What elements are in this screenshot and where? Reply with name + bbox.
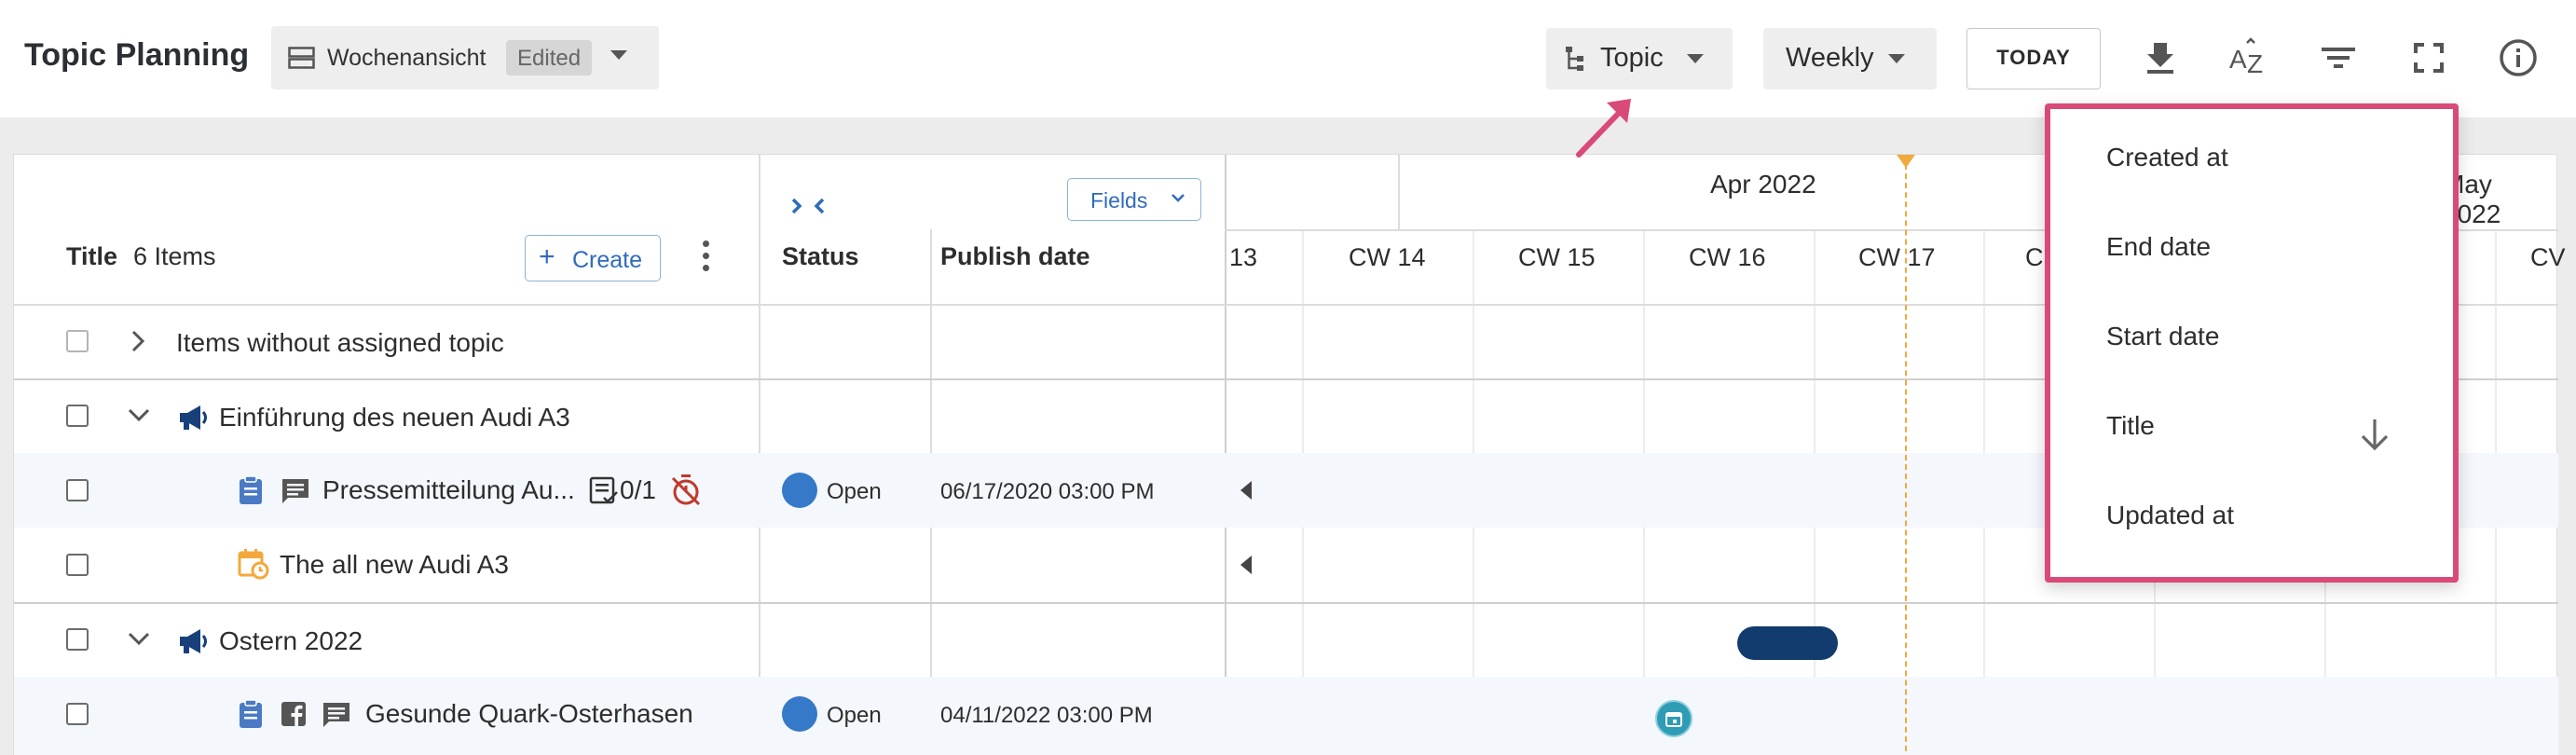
chevron-right-icon[interactable]	[130, 328, 146, 354]
status-dot	[782, 473, 817, 508]
fullscreen-icon[interactable]	[2408, 37, 2449, 78]
collapse-columns-icon[interactable]	[791, 194, 825, 218]
more-options-icon[interactable]	[700, 240, 711, 278]
row-label: Gesunde Quark-Osterhasen	[365, 699, 693, 728]
view-name: Wochenansicht	[327, 45, 486, 71]
comment-icon	[282, 479, 308, 503]
week-label: CW 15	[1518, 243, 1596, 271]
clipboard-icon	[240, 475, 262, 504]
sort-option-end-date[interactable]: End date	[2106, 232, 2211, 262]
status-badge: Open	[827, 703, 882, 728]
item-count: 6 Items	[133, 242, 216, 270]
today-marker	[1897, 155, 1915, 168]
status-badge: Open	[827, 479, 882, 504]
edited-badge: Edited	[506, 40, 593, 76]
clipboard-icon	[240, 699, 262, 728]
chevron-down-icon	[1172, 194, 1185, 202]
megaphone-icon	[180, 405, 207, 430]
row-label: Pressemitteilung Au...	[322, 475, 575, 504]
table-row[interactable]: Ostern 2022	[14, 604, 2558, 677]
chevron-down-icon	[610, 50, 627, 60]
facebook-icon	[281, 702, 306, 726]
today-line	[1905, 155, 1907, 755]
row-checkbox[interactable]	[66, 405, 89, 427]
sort-az-icon[interactable]: A Z	[2228, 37, 2269, 78]
view-list-icon	[288, 47, 315, 69]
status-dot	[782, 696, 817, 732]
task-count: 0/1	[620, 475, 656, 504]
sort-option-updated-at[interactable]: Updated at	[2106, 501, 2234, 530]
month-label: Apr 2022	[1710, 170, 1816, 199]
publish-date: 04/11/2022 03:00 PM	[940, 703, 1153, 728]
comment-icon	[323, 703, 349, 727]
scroll-left-icon[interactable]	[1240, 556, 1252, 574]
row-checkbox[interactable]	[66, 330, 89, 352]
sort-option-created-at[interactable]: Created at	[2106, 143, 2228, 172]
interval-label: Weekly	[1786, 43, 1874, 73]
row-checkbox[interactable]	[66, 479, 89, 501]
week-label: CW 17	[1858, 243, 1936, 271]
scroll-left-icon[interactable]	[1240, 481, 1252, 500]
week-label: CW 14	[1349, 243, 1426, 271]
calendar-icon	[1665, 712, 1682, 727]
fields-button[interactable]: Fields	[1067, 178, 1201, 221]
chevron-down-icon	[1687, 54, 1704, 63]
create-button[interactable]: + Create	[525, 235, 661, 281]
annotation-arrow	[1576, 99, 1631, 158]
task-list-icon	[589, 476, 618, 504]
row-label: The all new Audi A3	[280, 550, 509, 579]
publish-date: 06/17/2020 03:00 PM	[940, 479, 1155, 504]
status-column-header: Status	[782, 242, 859, 270]
interval-button[interactable]: Weekly	[1763, 28, 1937, 89]
chevron-down-icon[interactable]	[126, 630, 152, 647]
week-label: C	[2025, 243, 2044, 271]
row-label: Ostern 2022	[219, 626, 363, 655]
today-button[interactable]: TODAY	[1966, 28, 2101, 89]
sort-option-start-date[interactable]: Start date	[2106, 322, 2219, 351]
view-selector[interactable]: Wochenansicht Edited	[271, 26, 659, 89]
timeline-bar[interactable]	[1737, 626, 1838, 660]
calendar-clock-icon	[238, 549, 269, 580]
publish-date-column-header: Publish date	[940, 242, 1090, 270]
publish-marker[interactable]	[1655, 700, 1692, 737]
week-label: CW 16	[1689, 243, 1766, 271]
download-icon[interactable]	[2140, 37, 2181, 78]
svg-text:Z: Z	[2247, 49, 2263, 78]
row-checkbox[interactable]	[66, 703, 89, 725]
megaphone-icon	[180, 629, 207, 653]
arrow-down-icon[interactable]	[2358, 417, 2391, 452]
row-checkbox[interactable]	[66, 554, 89, 576]
info-icon[interactable]	[2498, 37, 2539, 78]
week-label: CV	[2530, 243, 2566, 271]
top-bar: Topic Planning Wochenansicht Edited Topi…	[0, 0, 2576, 117]
timer-off-icon	[671, 474, 701, 506]
plus-icon: +	[539, 241, 555, 272]
page-title: Topic Planning	[24, 37, 250, 73]
month-label: May 2022	[2443, 170, 2501, 228]
title-column-header: Title	[66, 242, 118, 270]
sort-menu: Created at End date Start date Title Upd…	[2045, 103, 2459, 583]
group-by-button[interactable]: Topic	[1546, 28, 1733, 89]
create-label: Create	[572, 247, 643, 273]
week-label: 13	[1229, 243, 1258, 271]
hierarchy-icon	[1566, 47, 1583, 71]
group-by-label: Topic	[1600, 43, 1664, 73]
row-label: Einführung des neuen Audi A3	[219, 403, 570, 432]
chevron-down-icon[interactable]	[126, 406, 152, 423]
svg-text:A: A	[2229, 45, 2247, 74]
filter-icon[interactable]	[2318, 37, 2359, 78]
fields-label: Fields	[1090, 188, 1148, 213]
row-checkbox[interactable]	[66, 628, 89, 651]
chevron-down-icon	[1888, 54, 1905, 63]
table-row[interactable]: Gesunde Quark-Osterhasen Open 04/11/2022…	[14, 677, 2558, 755]
row-label: Items without assigned topic	[176, 328, 504, 357]
sort-option-title[interactable]: Title	[2106, 411, 2155, 441]
